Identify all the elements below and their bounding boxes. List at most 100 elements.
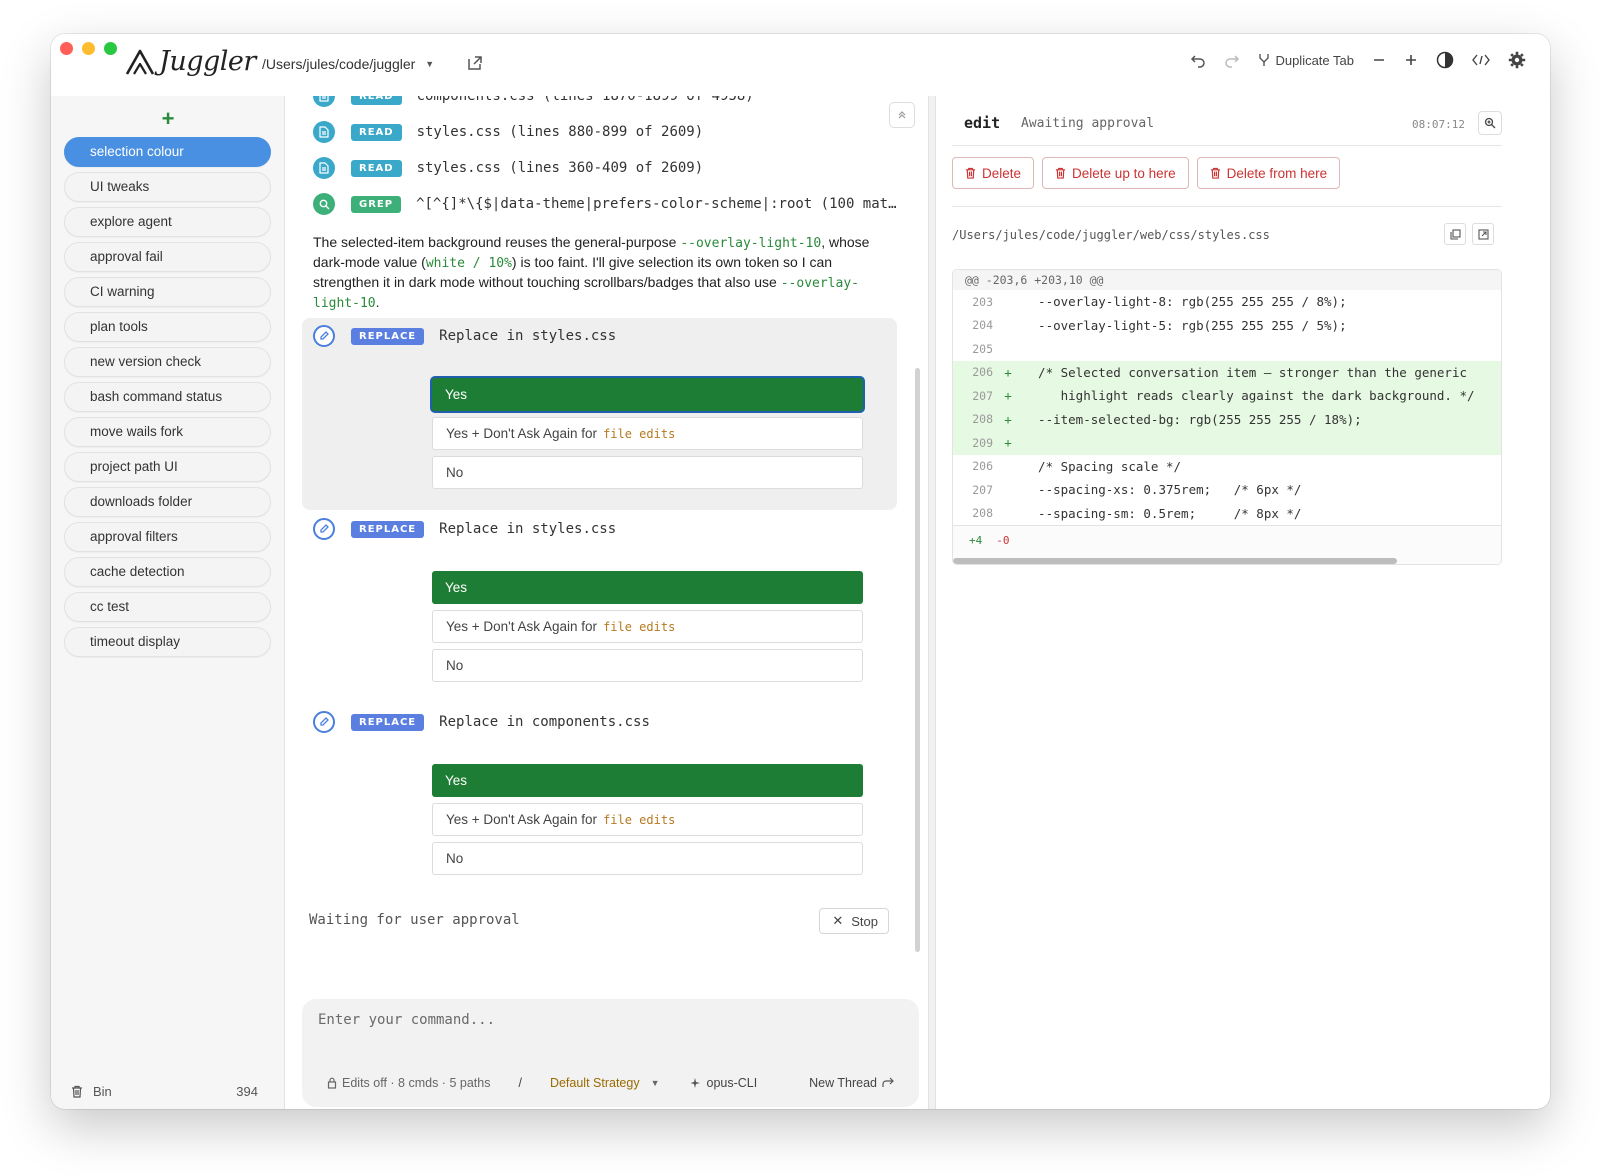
zoom-out-button[interactable] bbox=[1372, 53, 1386, 67]
strategy-selector[interactable]: Default Strategy ▼ bbox=[550, 1076, 660, 1090]
new-thread-button[interactable]: New Thread bbox=[809, 1076, 894, 1090]
file-icon bbox=[313, 157, 335, 179]
line-number: 209 bbox=[972, 435, 993, 450]
approve-yes-button[interactable]: Yes bbox=[432, 378, 863, 411]
option-keyword: file edits bbox=[603, 620, 676, 634]
chevron-down-icon: ▼ bbox=[425, 59, 435, 69]
message-text: . bbox=[375, 294, 380, 310]
thread-label: selection colour bbox=[90, 144, 184, 159]
tool-call-row[interactable]: GREP ^[^{]*\{$|data-theme|prefers-color-… bbox=[313, 192, 897, 216]
open-folder-icon[interactable] bbox=[466, 54, 486, 74]
tool-call-row[interactable]: REPLACE Replace in components.css bbox=[313, 710, 650, 734]
detail-status: Awaiting approval bbox=[1021, 116, 1155, 131]
trash-icon bbox=[1210, 167, 1220, 179]
edits-status-button[interactable]: Edits off · 8 cmds · 5 paths bbox=[327, 1076, 490, 1090]
delete-button[interactable]: Delete bbox=[952, 157, 1035, 189]
undo-button[interactable] bbox=[1190, 52, 1206, 68]
diff-line: 205 bbox=[953, 337, 1501, 361]
duplicate-tab-button[interactable]: Duplicate Tab bbox=[1258, 53, 1354, 68]
line-number: 205 bbox=[972, 341, 993, 356]
chevron-double-up-icon bbox=[898, 111, 906, 119]
thread-label: new version check bbox=[90, 354, 202, 369]
model-selector[interactable]: opus-CLI bbox=[690, 1076, 757, 1090]
thread-item-selection-colour[interactable]: selection colour bbox=[64, 137, 271, 167]
open-file-button[interactable] bbox=[1472, 223, 1494, 245]
settings-button[interactable] bbox=[1508, 51, 1526, 69]
delete-up-to-here-button[interactable]: Delete up to here bbox=[1042, 157, 1189, 189]
thread-item-project-path-ui[interactable]: project path UI bbox=[64, 452, 271, 482]
tool-call-row[interactable]: REPLACE Replace in styles.css bbox=[313, 324, 616, 348]
zoom-in-button[interactable] bbox=[1404, 53, 1418, 67]
command-composer: Edits off · 8 cmds · 5 paths / Default S… bbox=[302, 999, 919, 1107]
delete-from-here-button[interactable]: Delete from here bbox=[1196, 157, 1341, 189]
bin-button[interactable]: Bin bbox=[71, 1084, 112, 1099]
redo-button[interactable] bbox=[1224, 52, 1240, 68]
conversation-scrollbar[interactable] bbox=[915, 368, 920, 952]
thread-item-cache-detection[interactable]: cache detection bbox=[64, 557, 271, 587]
assistant-message: The selected-item background reuses the … bbox=[313, 233, 889, 313]
code-text: --item-selected-bg: rgb(255 255 255 / 18… bbox=[1023, 411, 1362, 427]
conversation-scroll[interactable]: READ components.css (lines 1870-1899 of … bbox=[286, 96, 926, 966]
command-input[interactable] bbox=[318, 1012, 878, 1028]
inspect-button[interactable] bbox=[1478, 111, 1502, 135]
thread-label: bash command status bbox=[90, 389, 223, 404]
deny-button[interactable]: No bbox=[432, 456, 863, 489]
tool-call-row[interactable]: READ styles.css (lines 360-409 of 2609) bbox=[313, 156, 703, 180]
code-text: /* Selected conversation item — stronger… bbox=[1023, 364, 1468, 380]
thread-item-cc-test[interactable]: cc test bbox=[64, 592, 271, 622]
zoom-window-button[interactable] bbox=[104, 42, 117, 55]
new-thread-plus-button[interactable]: + bbox=[51, 106, 285, 132]
app-logo: Juggler bbox=[125, 46, 256, 77]
copy-path-button[interactable] bbox=[1444, 223, 1466, 245]
thread-item-downloads-folder[interactable]: downloads folder bbox=[64, 487, 271, 517]
divider bbox=[952, 206, 1502, 207]
approval-card: REPLACE Replace in styles.css Yes Yes + … bbox=[302, 511, 897, 703]
tool-call-row[interactable]: READ styles.css (lines 880-899 of 2609) bbox=[313, 120, 703, 144]
theme-toggle-button[interactable] bbox=[1436, 51, 1454, 69]
contrast-icon bbox=[1436, 51, 1454, 69]
stop-label: Stop bbox=[851, 913, 878, 929]
approve-yes-button[interactable]: Yes bbox=[432, 571, 863, 604]
code-text: --overlay-light-8: rgb(255 255 255 / 8%)… bbox=[1023, 294, 1347, 310]
minimize-window-button[interactable] bbox=[82, 42, 95, 55]
bin-count: 394 bbox=[236, 1084, 258, 1099]
thread-item-move-wails-fork[interactable]: move wails fork bbox=[64, 417, 271, 447]
scroll-to-top-button[interactable] bbox=[889, 102, 915, 128]
project-path-selector[interactable]: /Users/jules/code/juggler ▼ bbox=[262, 56, 434, 72]
approve-always-button[interactable]: Yes + Don't Ask Again for file edits bbox=[432, 610, 863, 643]
plus-icon bbox=[1406, 55, 1416, 65]
approve-always-button[interactable]: Yes + Don't Ask Again for file edits bbox=[432, 417, 863, 450]
close-window-button[interactable] bbox=[60, 42, 73, 55]
thread-item-approval-filters[interactable]: approval filters bbox=[64, 522, 271, 552]
slash-commands-button[interactable]: / bbox=[518, 1076, 521, 1090]
code-view-button[interactable] bbox=[1472, 53, 1490, 67]
thread-item-ci-warning[interactable]: CI warning bbox=[64, 277, 271, 307]
code-text: --spacing-sm: 0.5rem; /* 8px */ bbox=[1023, 505, 1302, 521]
thread-item-explore-agent[interactable]: explore agent bbox=[64, 207, 271, 237]
delete-from-label: Delete from here bbox=[1226, 165, 1328, 181]
tool-call-row[interactable]: READ components.css (lines 1870-1899 of … bbox=[313, 96, 754, 108]
stop-button[interactable]: ✕ Stop bbox=[819, 908, 889, 934]
diff-horizontal-scrollbar[interactable] bbox=[953, 558, 1397, 564]
tool-call-row[interactable]: REPLACE Replace in styles.css bbox=[313, 517, 616, 541]
deny-button[interactable]: No bbox=[432, 649, 863, 682]
copy-icon bbox=[1449, 228, 1461, 240]
diff-viewer: @@ -203,6 +203,10 @@ 203 --overlay-light… bbox=[952, 269, 1502, 565]
thread-label: approval filters bbox=[90, 529, 178, 544]
thread-item-approval-fail[interactable]: approval fail bbox=[64, 242, 271, 272]
deny-button[interactable]: No bbox=[432, 842, 863, 875]
thread-item-timeout-display[interactable]: timeout display bbox=[64, 627, 271, 657]
approval-card: REPLACE Replace in components.css Yes Ye… bbox=[302, 704, 897, 896]
delete-label: Delete bbox=[982, 165, 1022, 181]
approve-always-button[interactable]: Yes + Don't Ask Again for file edits bbox=[432, 803, 863, 836]
project-path-label: /Users/jules/code/juggler bbox=[262, 56, 416, 72]
tool-call-text: ^[^{]*\{$|data-theme|prefers-color-schem… bbox=[416, 196, 897, 212]
thread-item-new-version-check[interactable]: new version check bbox=[64, 347, 271, 377]
approve-yes-button[interactable]: Yes bbox=[432, 764, 863, 797]
thread-item-bash-command-status[interactable]: bash command status bbox=[64, 382, 271, 412]
thread-label: explore agent bbox=[90, 214, 172, 229]
thread-item-plan-tools[interactable]: plan tools bbox=[64, 312, 271, 342]
thread-item-ui-tweaks[interactable]: UI tweaks bbox=[64, 172, 271, 202]
thread-label: approval fail bbox=[90, 249, 163, 264]
panel-resize-divider[interactable] bbox=[928, 96, 936, 1109]
